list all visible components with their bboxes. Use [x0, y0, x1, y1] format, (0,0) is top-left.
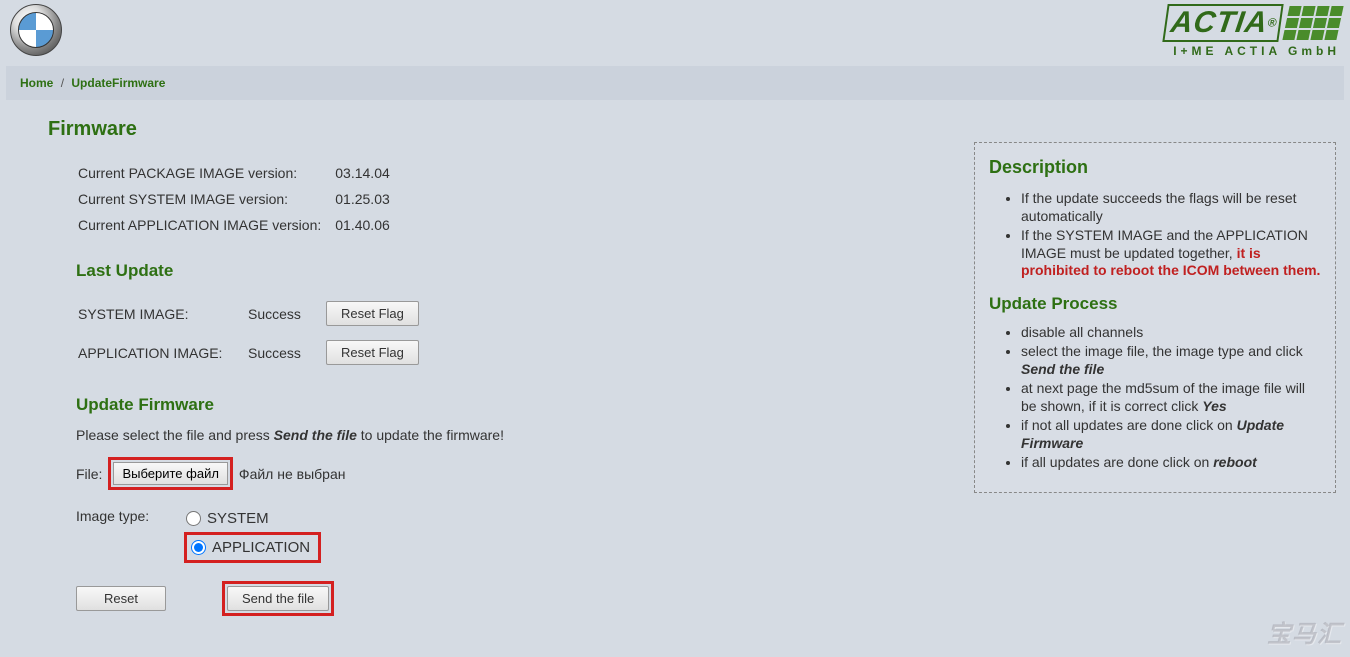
breadcrumb-home-link[interactable]: Home — [20, 76, 53, 90]
image-type-row: Image type: SYSTEM APPLICATION — [76, 508, 944, 563]
actia-brand-text: ACTIA — [1168, 6, 1269, 39]
actia-subtitle: I+ME ACTIA GmbH — [1165, 44, 1341, 58]
update-status: Success — [248, 295, 324, 332]
actia-grid-icon — [1282, 6, 1343, 40]
update-label: APPLICATION IMAGE: — [78, 334, 246, 371]
page-header: ACTIA® I+ME ACTIA GmbH — [0, 0, 1350, 66]
list-item: if all updates are done click on reboot — [1021, 454, 1321, 472]
table-row: Current PACKAGE IMAGE version: 03.14.04 — [78, 161, 402, 185]
bmw-logo-icon — [10, 4, 62, 56]
list-item: If the update succeeds the flags will be… — [1021, 190, 1321, 225]
send-file-button[interactable]: Send the file — [227, 586, 329, 611]
radio-application[interactable]: APPLICATION — [189, 537, 316, 558]
breadcrumb-current-link[interactable]: UpdateFirmware — [71, 76, 165, 90]
file-row: File: Выберите файл Файл не выбран — [76, 457, 944, 490]
table-row: APPLICATION IMAGE: Success Reset Flag — [78, 334, 429, 371]
radio-application-input[interactable] — [191, 540, 206, 555]
choose-file-button[interactable]: Выберите файл — [113, 462, 227, 485]
version-label: Current APPLICATION IMAGE version: — [78, 213, 333, 237]
no-file-text: Файл не выбран — [239, 466, 346, 482]
list-item: at next page the md5sum of the image fil… — [1021, 380, 1321, 415]
page-title: Firmware — [48, 118, 944, 141]
table-row: SYSTEM IMAGE: Success Reset Flag — [78, 295, 429, 332]
description-title: Description — [989, 157, 1321, 178]
file-label: File: — [76, 466, 102, 482]
table-row: Current APPLICATION IMAGE version: 01.40… — [78, 213, 402, 237]
actia-logo: ACTIA® I+ME ACTIA GmbH — [1165, 4, 1341, 58]
reset-button[interactable]: Reset — [76, 586, 166, 611]
version-value: 01.25.03 — [335, 187, 402, 211]
update-label: SYSTEM IMAGE: — [78, 295, 246, 332]
radio-system-input[interactable] — [186, 511, 201, 526]
reset-flag-button[interactable]: Reset Flag — [326, 301, 419, 326]
file-chooser-highlight: Выберите файл — [108, 457, 232, 490]
radio-application-highlight: APPLICATION — [184, 532, 321, 563]
update-status: Success — [248, 334, 324, 371]
list-item: if not all updates are done click on Upd… — [1021, 417, 1321, 452]
breadcrumb: Home / UpdateFirmware — [6, 66, 1344, 100]
version-label: Current PACKAGE IMAGE version: — [78, 161, 333, 185]
last-update-table: SYSTEM IMAGE: Success Reset Flag APPLICA… — [76, 293, 431, 373]
version-label: Current SYSTEM IMAGE version: — [78, 187, 333, 211]
update-firmware-title: Update Firmware — [76, 395, 944, 415]
process-title: Update Process — [989, 294, 1321, 314]
radio-system[interactable]: SYSTEM — [184, 508, 321, 529]
table-row: Current SYSTEM IMAGE version: 01.25.03 — [78, 187, 402, 211]
description-box: Description If the update succeeds the f… — [974, 142, 1336, 493]
list-item: If the SYSTEM IMAGE and the APPLICATION … — [1021, 227, 1321, 280]
version-table: Current PACKAGE IMAGE version: 03.14.04 … — [76, 159, 404, 239]
version-value: 01.40.06 — [335, 213, 402, 237]
image-type-label: Image type: — [76, 508, 172, 524]
list-item: select the image file, the image type an… — [1021, 343, 1321, 378]
list-item: disable all channels — [1021, 324, 1321, 342]
last-update-title: Last Update — [76, 261, 944, 281]
version-value: 03.14.04 — [335, 161, 402, 185]
watermark: 宝马汇 — [1267, 614, 1342, 649]
send-file-highlight: Send the file — [222, 581, 334, 616]
update-instruction: Please select the file and press Send th… — [76, 427, 944, 443]
reset-flag-button[interactable]: Reset Flag — [326, 340, 419, 365]
